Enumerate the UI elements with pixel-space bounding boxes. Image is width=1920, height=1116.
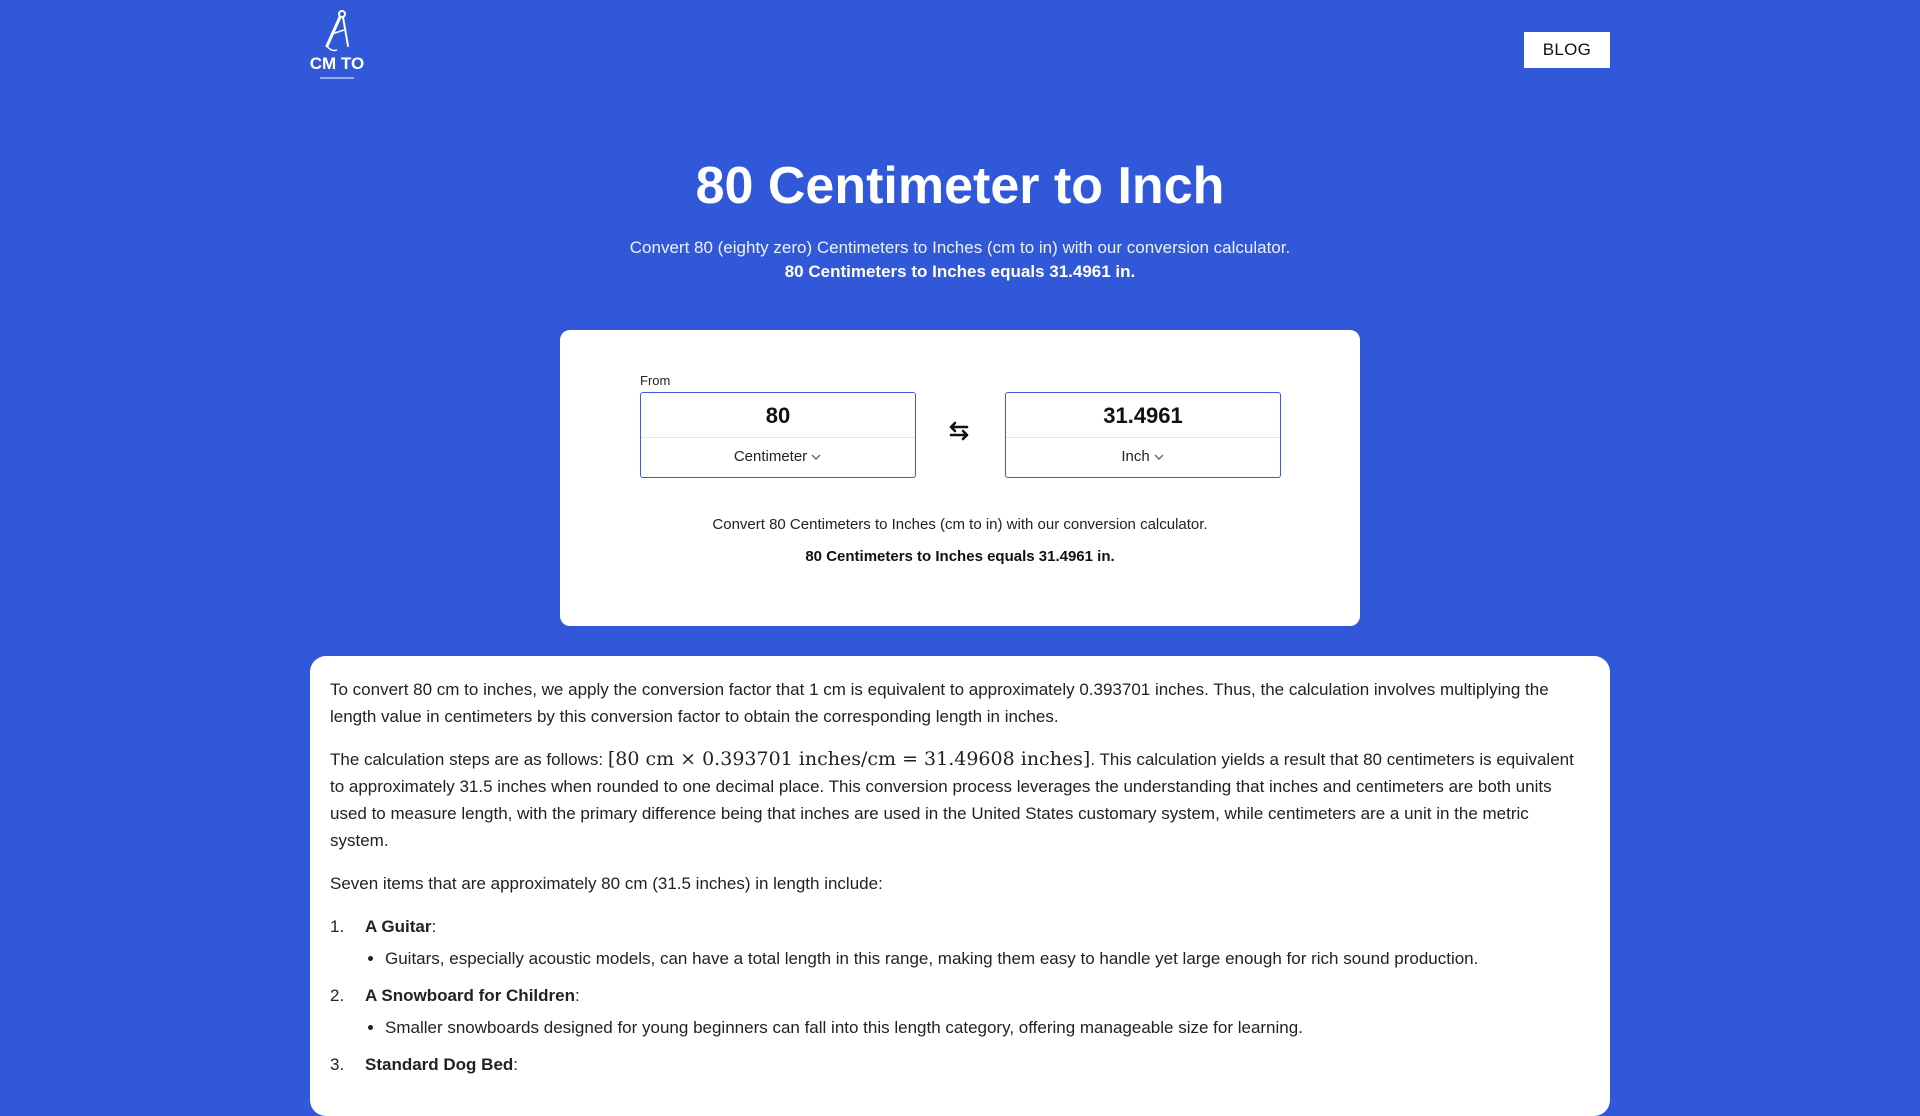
items-list: 1. A Guitar: Guitars, especially acousti… — [330, 913, 1592, 1078]
chevron-down-icon — [1154, 454, 1164, 461]
article-paragraph-1: To convert 80 cm to inches, we apply the… — [330, 680, 1549, 726]
hero-section: 80 Centimeter to Inch Convert 80 (eighty… — [0, 150, 1920, 284]
converter-result: 80 Centimeters to Inches equals 31.4961 … — [805, 548, 1115, 565]
list-item: 1. A Guitar: Guitars, especially acousti… — [330, 913, 1592, 972]
to-unit-label: Inch — [1121, 448, 1150, 465]
to-value-output[interactable]: 31.4961 — [1006, 393, 1280, 438]
blog-button[interactable]: BLOG — [1524, 32, 1610, 68]
from-unit-label: Centimeter — [733, 448, 808, 465]
converter-note: Convert 80 Centimeters to Inches (cm to … — [712, 516, 1208, 533]
to-unit-select[interactable]: Inch — [1006, 438, 1280, 476]
from-value-input[interactable]: 80 — [641, 393, 915, 438]
from-unit-box: 80 Centimeter — [640, 392, 916, 478]
article-body: To convert 80 cm to inches, we apply the… — [330, 676, 1592, 1088]
p2-prefix: The calculation steps are as follows: — [330, 750, 608, 769]
list-item-number: 1. — [330, 917, 345, 936]
article-card: To convert 80 cm to inches, we apply the… — [310, 656, 1610, 1116]
compass-logo-icon — [325, 10, 349, 52]
list-item: 3. Standard Dog Bed: — [330, 1051, 1592, 1078]
formula: [80 cm × 0.393701 inches/cm = 31.49608 i… — [607, 748, 1091, 770]
list-item-title: Standard Dog Bed — [365, 1055, 514, 1074]
swap-arrows-icon — [949, 421, 969, 441]
article-paragraph-3: Seven items that are approximately 80 cm… — [330, 874, 883, 893]
logo-tagline — [320, 77, 354, 79]
to-unit-box: 31.4961 Inch — [1005, 392, 1281, 478]
list-item-title: A Snowboard for Children — [365, 986, 575, 1005]
hero-result: 80 Centimeters to Inches equals 31.4961 … — [784, 262, 1136, 281]
list-item-description: Smaller snowboards designed for young be… — [385, 1014, 1592, 1041]
list-item: 2. A Snowboard for Children: Smaller sno… — [330, 982, 1592, 1041]
list-item-number: 2. — [330, 986, 345, 1005]
logo-text: CM TO — [309, 54, 365, 73]
from-label: From — [640, 373, 671, 388]
chevron-down-icon — [811, 454, 821, 461]
converter-card: From 80 Centimeter 31.4961 Inch Convert … — [560, 330, 1360, 626]
hero-subtitle: Convert 80 (eighty zero) Centimeters to … — [629, 238, 1291, 257]
page-title: 80 Centimeter to Inch — [695, 157, 1225, 215]
site-header: CM TO BLOG — [0, 0, 1920, 100]
from-unit-select[interactable]: Centimeter — [641, 438, 915, 476]
list-item-description: Guitars, especially acoustic models, can… — [385, 945, 1592, 972]
article-paragraph-2: The calculation steps are as follows: [8… — [330, 746, 1592, 854]
list-item-number: 3. — [330, 1055, 345, 1074]
site-logo[interactable]: CM TO — [300, 8, 374, 90]
swap-units-button[interactable] — [944, 416, 974, 446]
list-item-title: A Guitar — [365, 917, 432, 936]
